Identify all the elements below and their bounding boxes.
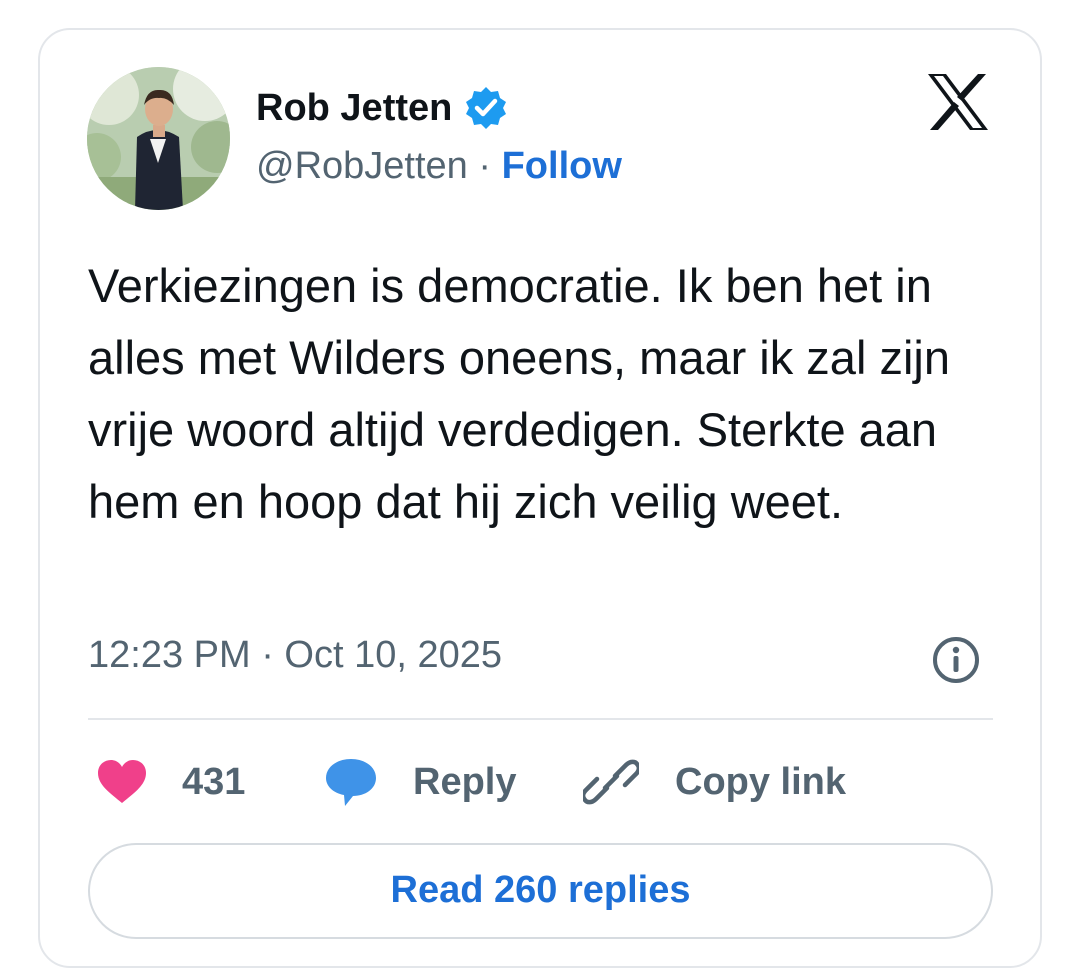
- read-replies-button[interactable]: Read 260 replies: [88, 843, 993, 939]
- read-replies-label: Read 260 replies: [390, 869, 691, 911]
- follow-link[interactable]: Follow: [502, 145, 622, 187]
- copy-link-button[interactable]: Copy link: [583, 752, 846, 812]
- heart-icon: [98, 760, 146, 803]
- like-button[interactable]: 431: [96, 752, 245, 812]
- info-icon[interactable]: [930, 634, 982, 686]
- separator-dot: ·: [478, 145, 492, 187]
- reply-button[interactable]: Reply: [323, 752, 516, 812]
- author-name[interactable]: Rob Jetten: [256, 87, 452, 130]
- x-logo-icon[interactable]: [926, 72, 990, 132]
- verified-badge-icon: [466, 87, 507, 129]
- avatar[interactable]: [87, 67, 230, 210]
- tweet-text: Verkiezingen is democratie. Ik ben het i…: [88, 259, 950, 528]
- speech-bubble-icon: [326, 759, 376, 806]
- link-icon: [583, 759, 639, 805]
- copy-link-label: Copy link: [675, 760, 847, 803]
- author-handle[interactable]: @RobJetten: [256, 145, 468, 187]
- divider: [88, 718, 993, 720]
- like-count: 431: [182, 760, 246, 803]
- tweet-timestamp[interactable]: 12:23 PM · Oct 10, 2025: [88, 634, 502, 677]
- handle-row: @RobJetten · Follow: [256, 145, 622, 188]
- reply-label: Reply: [413, 760, 517, 803]
- author-name-row: Rob Jetten: [256, 84, 510, 132]
